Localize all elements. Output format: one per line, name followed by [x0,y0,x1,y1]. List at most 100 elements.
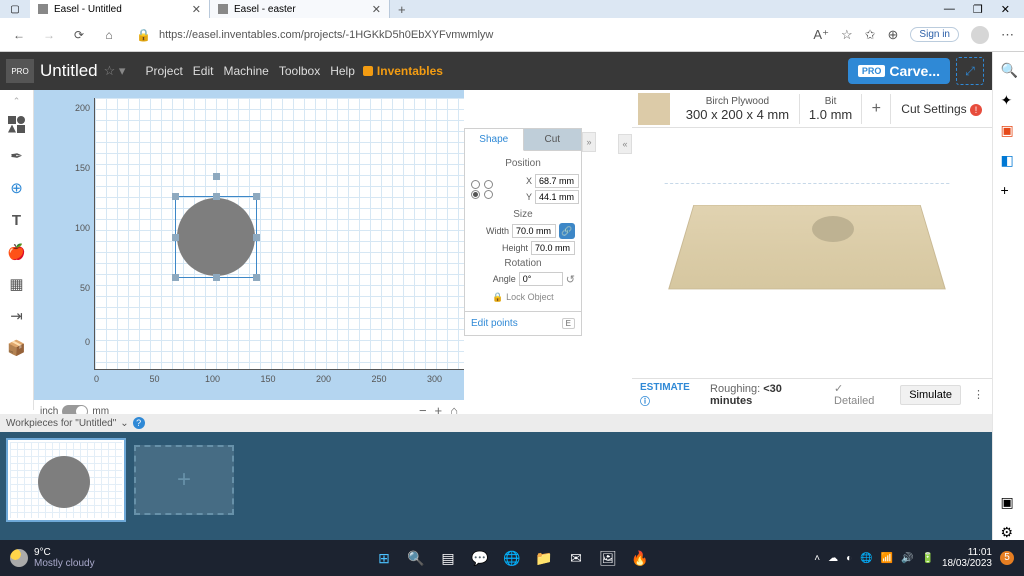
tab-overview-icon[interactable]: ▢ [0,4,30,15]
add-bit-button[interactable]: + [862,100,890,118]
settings-icon[interactable]: ⚙ [1001,524,1017,540]
collapse-tools-icon[interactable]: ⌃ [0,94,34,108]
expand-sidebar-icon[interactable]: ▣ [1001,494,1017,510]
anchor-picker[interactable] [471,180,496,199]
new-tab-button[interactable]: + [390,2,414,17]
outlook-icon[interactable]: ◧ [1001,152,1017,168]
home-button[interactable]: ⌂ [100,28,118,42]
tray-chevron-icon[interactable]: ˄ [814,553,820,564]
shapes-tool[interactable] [0,108,34,140]
resize-handle[interactable] [172,193,179,200]
tab-shape[interactable]: Shape [465,129,524,151]
selection-box[interactable] [175,196,257,278]
y-input[interactable] [535,190,579,204]
weather-widget[interactable]: 9°C Mostly cloudy [0,547,95,569]
plus-icon[interactable]: + [1001,182,1017,198]
minimize-button[interactable]: — [944,3,955,16]
simulate-button[interactable]: Simulate [900,385,961,405]
menu-project[interactable]: Project [145,64,182,78]
carve-button[interactable]: PRO Carve... [848,58,950,84]
edge-icon[interactable]: 🌐 [501,547,523,569]
system-tray[interactable]: ˄ ☁ ◐ 🌐 📶 🔊 🔋 11:01 18/03/2023 5 [814,547,1024,569]
notifications-icon[interactable]: 5 [1000,551,1014,565]
workpiece-tile[interactable] [8,440,124,520]
rotate-handle[interactable] [213,173,220,180]
mail-icon[interactable]: ✉ [565,547,587,569]
canvas-grid[interactable] [94,98,464,370]
taskview-icon[interactable]: ▤ [437,547,459,569]
estimate-label[interactable]: ESTIMATE ⓘ [640,382,702,408]
battery-icon[interactable]: 🔋 [921,553,933,564]
photos-icon[interactable]: 🖼 [597,547,619,569]
lock-object-button[interactable]: 🔒 Lock Object [471,288,575,307]
link-wh-icon[interactable]: 🔗 [559,223,575,239]
menu-edit[interactable]: Edit [193,64,214,78]
clock[interactable]: 11:01 18/03/2023 [942,547,992,569]
resize-handle[interactable] [172,234,179,241]
preview-3d[interactable]: « [632,128,992,374]
project-title[interactable]: Untitled [40,61,104,81]
close-icon[interactable]: ✕ [372,3,381,16]
detailed-toggle[interactable]: ✓ Detailed [834,382,886,407]
close-icon[interactable]: ✕ [192,3,201,16]
back-button[interactable]: ← [10,28,28,42]
resize-handle[interactable] [213,193,220,200]
maximize-button[interactable]: ❐ [973,3,983,16]
app-logo-icon[interactable]: PRO [6,59,34,83]
resize-handle[interactable] [172,274,179,281]
explorer-icon[interactable]: 📁 [533,547,555,569]
bit-info[interactable]: Bit 1.0 mm [800,96,861,122]
more-icon[interactable]: ⋯ [1001,27,1014,43]
app-icon[interactable]: 🔥 [629,547,651,569]
menu-machine[interactable]: Machine [223,64,268,78]
browser-tab-2[interactable]: Easel - easter ✕ [210,0,390,18]
read-aloud-icon[interactable]: A⁺ [813,27,829,43]
language-icon[interactable]: 🌐 [860,553,872,564]
project-title-menu-icon[interactable]: ☆ ▾ [104,63,126,79]
browser-tab-1[interactable]: Easel - Untitled ✕ [30,0,210,18]
resize-handle[interactable] [253,274,260,281]
reset-angle-icon[interactable]: ↺ [566,273,575,286]
angle-input[interactable] [519,272,563,286]
signin-button[interactable]: Sign in [910,27,959,42]
sparkle-icon[interactable]: ✦ [1001,92,1017,108]
search-icon[interactable]: 🔍 [405,547,427,569]
drill-tool[interactable]: ⊕ [0,172,34,204]
favorite-icon[interactable]: ☆ [841,27,853,43]
x-input[interactable] [535,174,579,188]
help-icon[interactable]: ? [133,417,145,429]
text-tool[interactable]: T [0,204,34,236]
collapse-panel-left-icon[interactable]: « [618,134,632,154]
width-input[interactable] [512,224,556,238]
collections-icon[interactable]: ⊕ [888,27,899,43]
height-input[interactable] [531,241,575,255]
onedrive-icon[interactable]: ☁ [828,553,838,564]
tab-cut[interactable]: Cut [524,129,582,151]
brand-link[interactable]: Inventables [363,64,443,78]
lego-tool[interactable]: ▦ [0,268,34,300]
workpieces-header[interactable]: Workpieces for "Untitled" ⌄ ? [0,414,992,432]
favorites-list-icon[interactable]: ✩ [865,27,876,43]
design-canvas[interactable]: 200 150 100 50 0 0 50 100 150 200 250 30… [34,90,464,400]
tray-app-icon[interactable]: ◐ [846,553,852,564]
profile-icon[interactable] [971,26,989,44]
edit-points-button[interactable]: Edit points E [465,311,581,335]
pen-tool[interactable]: ✒ [0,140,34,172]
box-tool[interactable]: 📦 [0,332,34,364]
forward-button[interactable]: → [40,28,58,42]
import-tool[interactable]: ⇥ [0,300,34,332]
resize-handle[interactable] [213,274,220,281]
material-info[interactable]: Birch Plywood 300 x 200 x 4 mm [676,96,799,122]
chat-icon[interactable]: 💬 [469,547,491,569]
menu-help[interactable]: Help [330,64,355,78]
resize-handle[interactable] [253,234,260,241]
search-icon[interactable]: 🔍 [1001,62,1017,78]
start-icon[interactable]: ⊞ [373,547,395,569]
add-workpiece-button[interactable]: + [134,445,234,515]
resize-handle[interactable] [253,193,260,200]
menu-toolbox[interactable]: Toolbox [279,64,320,78]
material-swatch[interactable] [638,93,670,125]
wifi-icon[interactable]: 📶 [881,553,893,564]
refresh-button[interactable]: ⟳ [70,28,88,42]
close-window-button[interactable]: ✕ [1001,3,1010,16]
